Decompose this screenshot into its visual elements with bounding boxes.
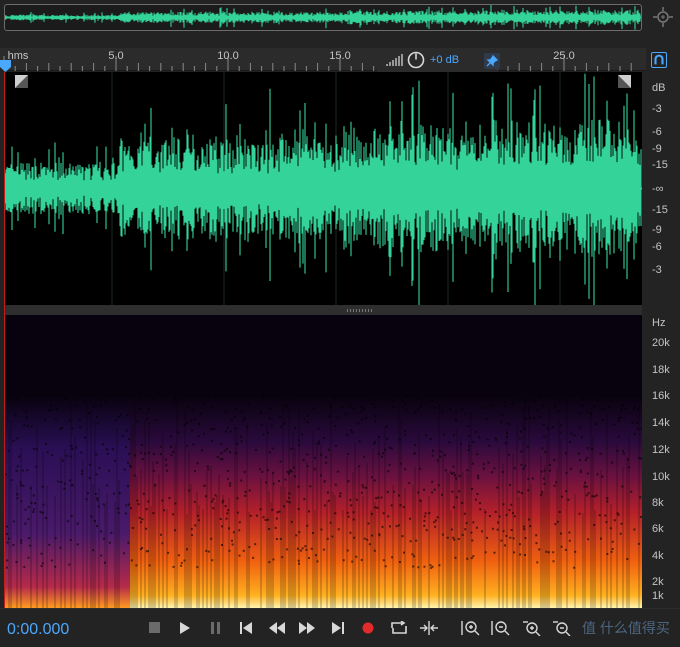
hz-label: 6k	[652, 523, 664, 535]
zoom-out-time-button[interactable]	[551, 618, 573, 638]
zoom-in-amplitude-icon	[461, 621, 480, 636]
fade-in-handle[interactable]	[15, 75, 28, 88]
zoom-out-time-icon	[553, 621, 571, 636]
skip-selection-icon	[420, 621, 438, 635]
zoom-in-time-button[interactable]	[521, 618, 543, 638]
play-icon	[180, 622, 190, 634]
ruler-label-15: 15.0	[329, 50, 351, 62]
loop-icon	[391, 621, 407, 634]
skip-selection-button[interactable]	[418, 618, 440, 638]
ruler-label-25: 25.0	[553, 50, 575, 62]
hz-label: 10k	[652, 471, 670, 483]
db-label: -3	[652, 103, 662, 115]
stop-icon	[149, 622, 160, 633]
time-display[interactable]: 0:00.000	[7, 621, 69, 639]
zoom-out-amplitude-icon	[491, 621, 510, 636]
spectral-frequency-panel[interactable]	[5, 315, 642, 608]
record-button[interactable]	[357, 618, 379, 638]
fade-out-handle[interactable]	[618, 75, 631, 88]
ruler-label-5: 5.0	[108, 50, 124, 62]
fast-forward-button[interactable]	[296, 618, 318, 638]
hz-label: 8k	[652, 497, 664, 509]
volume-knob-icon[interactable]	[407, 51, 425, 69]
db-label: -6	[652, 126, 662, 138]
pause-button[interactable]	[205, 618, 227, 638]
go-to-end-icon	[332, 622, 344, 634]
volume-readout[interactable]: +0 dB	[430, 54, 459, 66]
waveform-panel[interactable]	[5, 72, 642, 305]
db-label: -9	[652, 143, 662, 155]
rewind-button[interactable]	[266, 618, 288, 638]
ruler-label-10: 10.0	[217, 50, 239, 62]
db-label: -15	[652, 204, 668, 216]
spectrogram-loud-section	[344, 395, 642, 608]
db-label: -15	[652, 159, 668, 171]
go-to-start-icon	[240, 622, 252, 634]
zoom-in-time-icon	[523, 621, 541, 636]
waveform	[5, 72, 642, 305]
play-button[interactable]	[174, 618, 196, 638]
time-ruler[interactable]: hms 5.0 10.0 15.0 25.0	[0, 48, 646, 71]
loop-button[interactable]	[388, 618, 410, 638]
overview-navigator[interactable]	[4, 4, 642, 31]
hz-label: 1k	[652, 590, 664, 602]
rewind-icon	[269, 622, 285, 634]
db-label: -9	[652, 224, 662, 236]
db-label: -3	[652, 264, 662, 276]
ruler-ticks	[3, 56, 632, 71]
magnet-icon[interactable]	[651, 52, 667, 68]
db-label: -∞	[652, 183, 664, 195]
pin-icon[interactable]	[484, 53, 500, 69]
watermark: 值 什么值得买	[582, 620, 670, 636]
frequency-scale	[642, 315, 680, 608]
hz-label: 18k	[652, 364, 670, 376]
zoom-navigator-icon[interactable]	[652, 6, 674, 28]
hz-label: 20k	[652, 337, 670, 349]
panel-divider[interactable]	[5, 305, 642, 315]
spectrogram-quiet-section	[5, 395, 130, 608]
divider-corner	[642, 305, 680, 315]
record-icon	[362, 622, 374, 634]
overview-waveform	[5, 5, 641, 30]
fast-forward-icon	[299, 622, 315, 634]
pause-icon	[211, 622, 220, 634]
zoom-out-amplitude-button[interactable]	[490, 618, 512, 638]
hz-label: 2k	[652, 576, 664, 588]
go-to-end-button[interactable]	[327, 618, 349, 638]
db-unit-label: dB	[652, 82, 666, 94]
clip-start-line	[4, 72, 5, 608]
hz-label: 4k	[652, 550, 664, 562]
level-meter-icon	[386, 54, 403, 66]
go-to-start-button[interactable]	[235, 618, 257, 638]
hz-unit-label: Hz	[652, 317, 666, 329]
hz-label: 12k	[652, 444, 670, 456]
divider-grip-icon[interactable]	[347, 309, 373, 312]
playhead-marker[interactable]	[0, 54, 11, 72]
hz-label: 16k	[652, 390, 670, 402]
db-label: -6	[652, 241, 662, 253]
zoom-in-amplitude-button[interactable]	[460, 618, 482, 638]
overview-panel	[0, 0, 680, 40]
spectrogram	[5, 394, 642, 608]
hz-label: 14k	[652, 417, 670, 429]
stop-button[interactable]	[144, 618, 166, 638]
